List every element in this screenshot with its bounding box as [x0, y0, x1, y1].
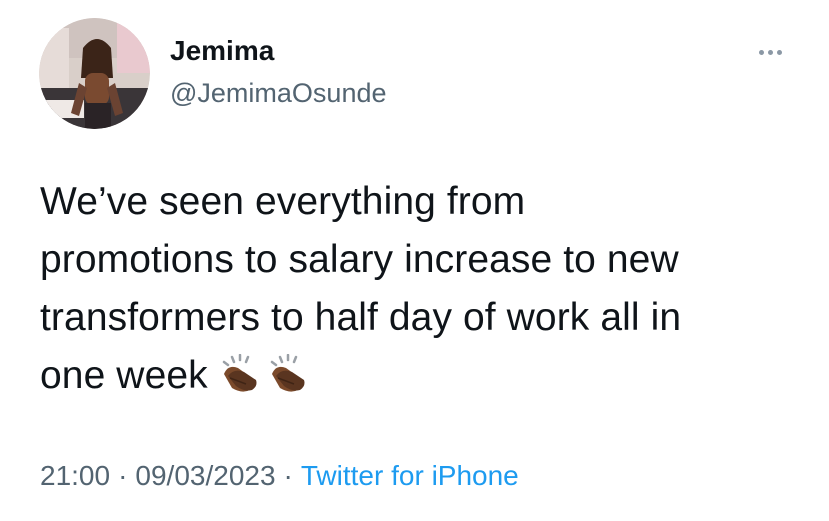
author-handle[interactable]: @JemimaOsunde [170, 77, 387, 109]
clapping-hands-icon [222, 353, 257, 392]
clapping-emojis [218, 353, 314, 411]
dot [776, 49, 782, 55]
more-options-icon[interactable] [750, 38, 790, 66]
tweet-date[interactable]: 09/03/2023 [135, 460, 275, 491]
tweet-text-line: transformers to half day of work all in [40, 296, 682, 339]
tweet-source-link[interactable]: Twitter for iPhone [301, 460, 519, 491]
tweet-time[interactable]: 21:00 [40, 460, 110, 491]
dot [758, 49, 764, 55]
tweet-text-line: We’ve seen everything from [40, 180, 526, 223]
tweet-text-line-last: one week [40, 347, 800, 411]
tweet-meta: 21:00 · 09/03/2023 · Twitter for iPhone [40, 458, 519, 494]
author-display-name[interactable]: Jemima [170, 34, 274, 68]
dot [767, 49, 773, 55]
tweet-text-line: promotions to salary increase to new [40, 238, 679, 281]
clapping-hands-icon [270, 353, 305, 392]
tweet-card: Jemima @JemimaOsunde We’ve seen everythi… [0, 0, 829, 521]
avatar-image [39, 18, 150, 129]
avatar[interactable] [39, 18, 150, 129]
tweet-text-segment: one week [40, 354, 208, 397]
tweet-text: We’ve seen everything from promotions to… [40, 173, 800, 411]
meta-separator: · [283, 460, 293, 491]
meta-separator: · [118, 460, 128, 491]
